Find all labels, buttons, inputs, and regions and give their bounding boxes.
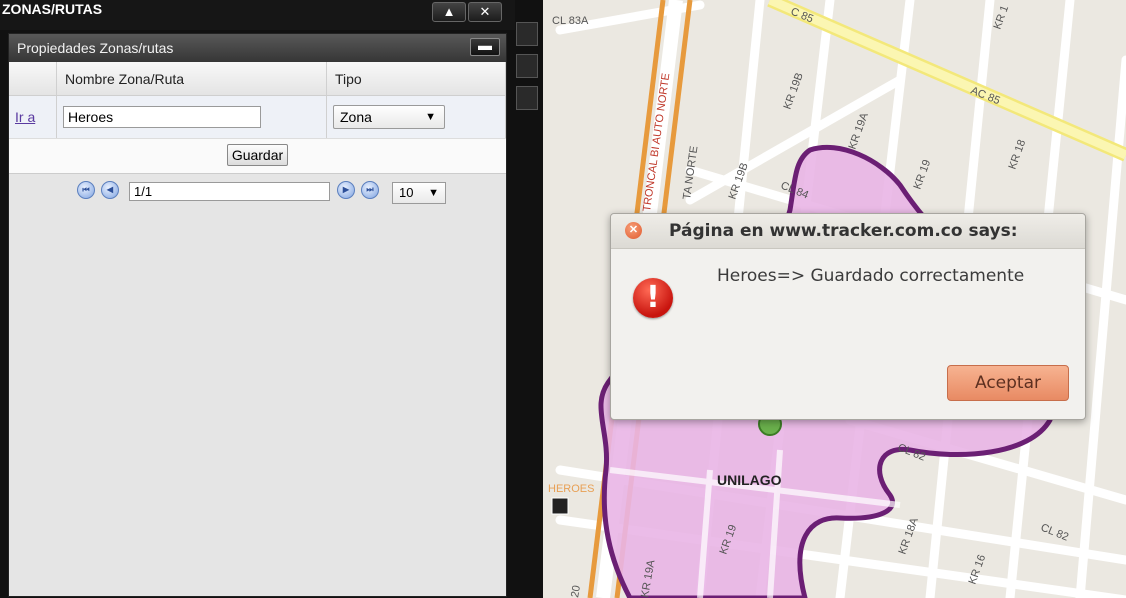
dialog-title: Página en www.tracker.com.co says: [669,221,1018,241]
zonas-rutas-window: ZONAS/RUTAS ▲ ✕ Propiedades Zonas/rutas … [0,0,515,598]
prev-page-icon[interactable]: ◀ [101,181,119,199]
first-page-icon[interactable]: ⏮ [77,181,95,199]
table-header-row: Nombre Zona/Ruta Tipo [9,62,506,96]
panel-subheader: Propiedades Zonas/rutas ▬ [9,34,506,62]
window-titlebar: ZONAS/RUTAS ▲ ✕ [0,0,515,30]
chevron-down-icon: ▼ [428,187,439,199]
page-size-select[interactable]: 10 ▼ [392,182,446,204]
column-header-name: Nombre Zona/Ruta [56,62,327,96]
minimize-button[interactable]: ▬ [470,38,500,56]
window-title: ZONAS/RUTAS [2,1,103,17]
last-page-icon[interactable]: ⏭ [361,181,379,199]
type-select-value: Zona [340,109,372,125]
save-row: Guardar [9,138,506,174]
map-label: CL 83A [552,15,589,27]
close-icon[interactable]: ✕ [625,222,642,239]
accept-button[interactable]: Aceptar [947,365,1069,401]
panel-subheader-title: Propiedades Zonas/rutas [17,40,174,56]
save-button[interactable]: Guardar [226,144,289,166]
map-label: UNILAGO [717,472,782,488]
bus-stop-icon[interactable] [551,497,569,515]
collapse-button[interactable]: ▲ [432,2,466,22]
map-tool-button[interactable] [516,86,538,110]
chevron-down-icon: ▼ [425,111,436,123]
map-tool-button[interactable] [516,22,538,46]
table-row: Ir a Zona ▼ [9,95,506,138]
next-page-icon[interactable]: ▶ [337,181,355,199]
pager: ⏮ ◀ 1/1 ▶ ⏭ 10 ▼ [9,174,506,206]
page-size-value: 10 [399,185,414,200]
column-header-action [9,62,57,96]
column-header-type: Tipo [326,62,506,96]
map-label: HEROES [548,483,594,495]
close-icon[interactable]: ✕ [468,2,502,22]
properties-panel: Propiedades Zonas/rutas ▬ Nombre Zona/Ru… [8,33,507,597]
map-label: 20 [569,584,583,598]
dialog-message: Heroes=> Guardado correctamente [717,266,1025,286]
map-tool-button[interactable] [516,54,538,78]
dialog-titlebar: ✕ Página en www.tracker.com.co says: [611,214,1085,249]
zone-name-input[interactable] [63,106,261,128]
page-number-input[interactable]: 1/1 [129,182,330,201]
alert-dialog: ✕ Página en www.tracker.com.co says: ! H… [610,213,1086,420]
type-select[interactable]: Zona ▼ [333,105,445,129]
zones-table: Nombre Zona/Ruta Tipo Ir a Zona ▼ [9,62,506,138]
error-icon: ! [633,278,673,318]
goto-link[interactable]: Ir a [15,109,35,125]
